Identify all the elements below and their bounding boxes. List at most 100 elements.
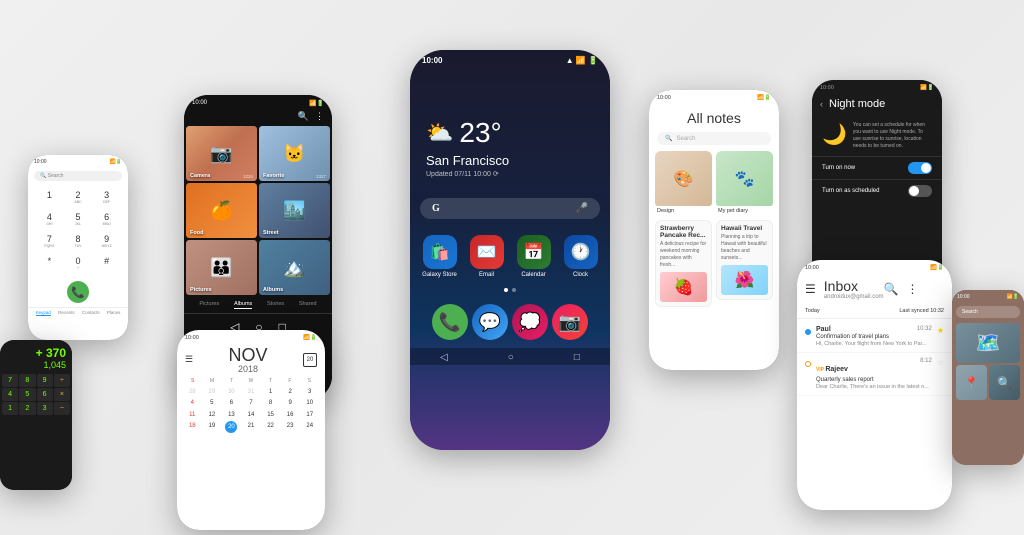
key-9[interactable]: 9WXYZ xyxy=(93,231,120,251)
calc-btn-6[interactable]: 6 xyxy=(37,388,53,401)
gallery-item-pictures[interactable]: Pictures xyxy=(186,240,257,295)
cal-day-17[interactable]: 17 xyxy=(300,410,319,420)
gallery-item-street[interactable]: Street xyxy=(259,183,330,238)
email-item-paul[interactable]: Paul 10:32 Confirmation of travel plans … xyxy=(797,321,952,353)
map-search-bar[interactable]: Search xyxy=(956,306,1020,318)
dock-camera-icon[interactable]: 📷 xyxy=(552,304,588,340)
email-menu-icon[interactable]: ☰ xyxy=(805,282,816,296)
calc-btn-mul[interactable]: × xyxy=(54,388,70,401)
cal-day-22[interactable]: 22 xyxy=(261,421,280,433)
search-icon[interactable]: 🔍 xyxy=(884,282,899,296)
cal-menu-icon[interactable]: ☰ xyxy=(185,354,193,365)
cal-day-14[interactable]: 14 xyxy=(242,410,261,420)
cal-day-4[interactable]: 4 xyxy=(183,398,202,408)
gallery-item-food[interactable]: Food xyxy=(186,183,257,238)
cal-day-16[interactable]: 16 xyxy=(281,410,300,420)
cal-day-20-today[interactable]: 20 xyxy=(225,421,237,433)
calc-btn-4[interactable]: 4 xyxy=(2,388,18,401)
sender-name-paul: Paul xyxy=(816,326,831,333)
tab-albums[interactable]: Albums xyxy=(234,301,252,309)
more-icon[interactable]: ⋮ xyxy=(907,282,919,296)
map-tile-main[interactable] xyxy=(956,323,1020,363)
app-calendar[interactable]: 📅 Calendar xyxy=(514,235,553,278)
key-2[interactable]: 2ABC xyxy=(65,187,92,207)
key-0[interactable]: 0+ xyxy=(65,253,92,273)
cal-day-7[interactable]: 7 xyxy=(242,398,261,408)
cal-day-13[interactable]: 13 xyxy=(222,410,241,420)
key-hash[interactable]: # xyxy=(93,253,120,273)
calc-btn-1[interactable]: 1 xyxy=(2,402,18,415)
tab-pictures[interactable]: Pictures xyxy=(199,301,219,309)
more-icon[interactable]: ⋮ xyxy=(315,111,324,122)
gallery-item-favorites[interactable]: Favorite 1327 xyxy=(259,126,330,181)
cal-day-9[interactable]: 9 xyxy=(281,398,300,408)
calc-btn-5[interactable]: 5 xyxy=(19,388,35,401)
key-5[interactable]: 5JKL xyxy=(65,209,92,229)
tab-contacts[interactable]: Contacts xyxy=(82,310,100,316)
calc-btn-8[interactable]: 8 xyxy=(19,374,35,387)
cal-day-8[interactable]: 8 xyxy=(261,398,280,408)
home-icon[interactable]: ○ xyxy=(508,352,514,363)
cal-day-5[interactable]: 5 xyxy=(203,398,222,408)
cal-day-2[interactable]: 2 xyxy=(281,387,300,397)
dock-bubbles-icon[interactable]: 💭 xyxy=(512,304,548,340)
cal-day-18[interactable]: 18 xyxy=(183,421,202,433)
cal-day-6[interactable]: 6 xyxy=(222,398,241,408)
key-8[interactable]: 8TUV xyxy=(65,231,92,251)
cal-date-badge[interactable]: 20 xyxy=(303,353,317,367)
calc-btn-2[interactable]: 2 xyxy=(19,402,35,415)
calc-btn-9[interactable]: 9 xyxy=(37,374,53,387)
back-icon[interactable]: ◁ xyxy=(440,352,448,363)
cal-day-24[interactable]: 24 xyxy=(300,421,319,433)
app-galaxy-store[interactable]: 🛍️ Galaxy Store xyxy=(420,235,459,278)
note-hawaii[interactable]: Hawaii Travel Planning a trip to Hawaii … xyxy=(716,220,773,307)
cal-day-21[interactable]: 21 xyxy=(242,421,261,433)
tab-places[interactable]: Places xyxy=(107,310,121,316)
map-tile-3[interactable] xyxy=(989,365,1020,400)
note-design[interactable]: Design xyxy=(655,151,712,216)
cal-day-3[interactable]: 3 xyxy=(300,387,319,397)
map-tile-2[interactable] xyxy=(956,365,987,400)
key-6[interactable]: 6MNO xyxy=(93,209,120,229)
calc-btn-3[interactable]: 3 xyxy=(37,402,53,415)
key-1[interactable]: 1 xyxy=(36,187,63,207)
tab-stories[interactable]: Stories xyxy=(267,301,284,309)
email-item-rajeev[interactable]: VIP Rajeev 8:12 Quarterly sales report D… xyxy=(797,353,952,396)
cal-day-15[interactable]: 15 xyxy=(261,410,280,420)
key-7[interactable]: 7PQRS xyxy=(36,231,63,251)
search-icon[interactable]: 🔍 xyxy=(298,111,309,122)
gallery-item-albums[interactable]: Albums xyxy=(259,240,330,295)
toggle-on-now[interactable] xyxy=(908,162,932,174)
tab-keypad[interactable]: Keypad xyxy=(36,310,51,316)
dock-message-icon[interactable]: 💬 xyxy=(472,304,508,340)
key-star[interactable]: * xyxy=(36,253,63,273)
app-clock[interactable]: 🕐 Clock xyxy=(561,235,600,278)
cal-day-1[interactable]: 1 xyxy=(261,387,280,397)
calc-btn-7[interactable]: 7 xyxy=(2,374,18,387)
google-search-bar[interactable]: G 🎤 xyxy=(420,198,600,219)
tab-shared[interactable]: Shared xyxy=(299,301,317,309)
dock-phone-icon[interactable]: 📞 xyxy=(432,304,468,340)
cal-day-19[interactable]: 19 xyxy=(203,421,222,433)
toggle-scheduled[interactable] xyxy=(908,185,932,197)
key-3[interactable]: 3DEF xyxy=(93,187,120,207)
gallery-item-camera[interactable]: Camera 1234 xyxy=(186,126,257,181)
note-strawberry[interactable]: Strawberry Pancake Rec... A delicious re… xyxy=(655,220,712,307)
cal-day-23[interactable]: 23 xyxy=(281,421,300,433)
recents-icon[interactable]: □ xyxy=(574,352,580,363)
key-4[interactable]: 4GHI xyxy=(36,209,63,229)
cal-day-10[interactable]: 10 xyxy=(300,398,319,408)
call-button[interactable]: 📞 xyxy=(67,281,89,303)
cal-day-12[interactable]: 12 xyxy=(203,410,222,420)
back-icon[interactable]: ‹ xyxy=(820,99,823,109)
notes-search-bar[interactable]: 🔍 Search xyxy=(657,132,771,145)
dialer-search-bar[interactable]: 🔍 Search xyxy=(34,171,122,181)
cal-day-11[interactable]: 11 xyxy=(183,410,202,420)
calc-btn-div[interactable]: ÷ xyxy=(54,374,70,387)
app-email[interactable]: ✉️ Email xyxy=(467,235,506,278)
star-icon-rajeev[interactable]: ☆ xyxy=(937,358,944,390)
tab-recents[interactable]: Recents xyxy=(58,310,75,316)
note-pet[interactable]: My pet diary xyxy=(716,151,773,216)
star-icon-paul[interactable]: ★ xyxy=(937,326,944,347)
calc-btn-sub[interactable]: − xyxy=(54,402,70,415)
